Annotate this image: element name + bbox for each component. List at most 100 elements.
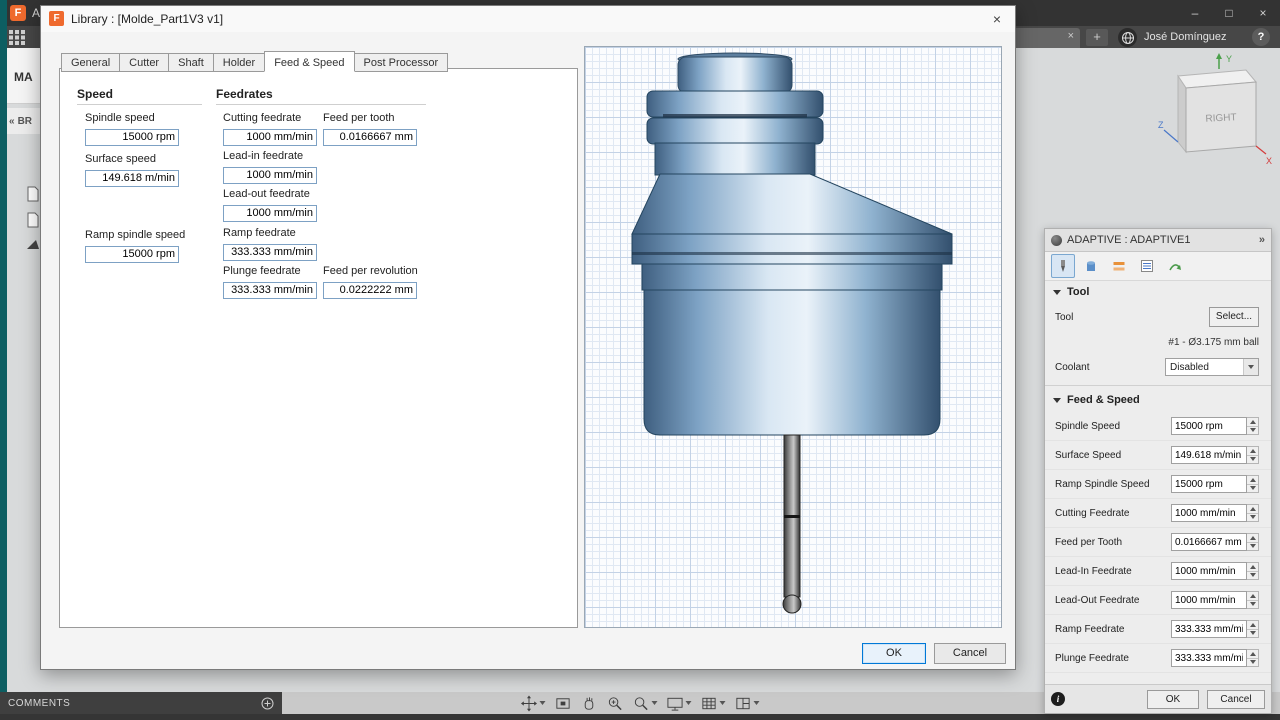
view-cube[interactable]: RIGHT Y Z X — [1156, 52, 1274, 167]
tool-preview-viewport[interactable] — [584, 46, 1002, 628]
panel-tab-bar — [1045, 252, 1271, 281]
document-icon[interactable] — [26, 212, 40, 228]
lead-out-feedrate-input[interactable] — [223, 204, 317, 222]
feed-speed-section-title: Feed & Speed — [1067, 394, 1140, 406]
tool-description-row: #1 - Ø3.175 mm ball — [1045, 331, 1271, 353]
feed-per-revolution-label: Feed per revolution — [323, 265, 418, 277]
tab-post-processor[interactable]: Post Processor — [353, 53, 449, 72]
dialog-title-bar[interactable]: F Library : [Molde_Part1V3 v1] × — [41, 6, 1015, 32]
zoom-tool-button[interactable] — [607, 695, 624, 712]
ramp-spindle-speed-input[interactable] — [85, 245, 179, 263]
zoom-window-button[interactable] — [633, 695, 658, 712]
feed-per-revolution-input[interactable] — [323, 281, 417, 299]
stepper[interactable] — [1247, 562, 1259, 580]
orbit-tool-button[interactable] — [520, 694, 546, 712]
close-window-button[interactable]: × — [1246, 0, 1280, 26]
tab-holder[interactable]: Holder — [212, 53, 266, 72]
grid-layout-button[interactable] — [701, 695, 726, 712]
stepper[interactable] — [1247, 475, 1259, 493]
dialog-ok-button[interactable]: OK — [862, 643, 926, 664]
tool-row: Tool Select... — [1045, 303, 1271, 331]
document-tab-close-icon[interactable]: × — [1068, 30, 1074, 42]
x-axis-label: X — [1266, 156, 1272, 166]
param-row: Lead-Out Feedrate — [1045, 586, 1271, 615]
stepper[interactable] — [1247, 504, 1259, 522]
stepper[interactable] — [1247, 446, 1259, 464]
tab-general[interactable]: General — [61, 53, 121, 72]
caret-down-icon — [539, 701, 546, 705]
fit-view-button[interactable] — [555, 695, 572, 712]
dialog-close-icon[interactable]: × — [987, 10, 1007, 28]
maximize-button[interactable]: □ — [1212, 0, 1246, 26]
panel-ramp-spindle-speed-input[interactable] — [1171, 475, 1247, 493]
tab-tool-icon[interactable] — [1051, 254, 1075, 278]
param-label: Ramp Spindle Speed — [1055, 478, 1150, 490]
panel-expand-icon[interactable]: » — [1259, 234, 1265, 246]
caret-down-icon — [685, 701, 692, 705]
stepper[interactable] — [1247, 533, 1259, 551]
tab-shaft[interactable]: Shaft — [168, 53, 214, 72]
spindle-speed-input[interactable] — [85, 128, 179, 146]
panel-lead-in-feedrate-input[interactable] — [1171, 562, 1247, 580]
feed-speed-section-header[interactable]: Feed & Speed — [1045, 385, 1271, 412]
user-avatar[interactable] — [1118, 28, 1137, 47]
navigation-toolbar — [520, 692, 760, 714]
viewport-layout-button[interactable] — [735, 695, 760, 712]
stepper[interactable] — [1247, 591, 1259, 609]
collapse-chevrons-icon[interactable]: « — [9, 116, 15, 127]
sketch-icon[interactable] — [26, 238, 40, 250]
ramp-spindle-speed-label: Ramp spindle speed — [85, 229, 186, 241]
help-button[interactable]: ? — [1252, 28, 1270, 46]
panel-cancel-button[interactable]: Cancel — [1207, 689, 1265, 709]
comments-bar[interactable]: COMMENTS — [0, 692, 282, 714]
tab-cutter[interactable]: Cutter — [119, 53, 170, 72]
panel-ramp-feedrate-input[interactable] — [1171, 620, 1247, 638]
app-grid-icon[interactable] — [8, 29, 26, 45]
browser-header[interactable]: « BR — [7, 108, 40, 134]
cutting-feedrate-input[interactable] — [223, 128, 317, 146]
param-label: Lead-In Feedrate — [1055, 565, 1132, 577]
stepper[interactable] — [1247, 417, 1259, 435]
panel-ok-button[interactable]: OK — [1147, 689, 1199, 709]
display-settings-button[interactable] — [667, 695, 692, 712]
coolant-dropdown[interactable]: Disabled — [1165, 358, 1259, 376]
param-row: Feed per Tooth — [1045, 528, 1271, 557]
stepper[interactable] — [1247, 620, 1259, 638]
tool-select-button[interactable]: Select... — [1209, 307, 1259, 327]
add-comment-icon[interactable] — [261, 697, 274, 710]
tab-feed-and-speed[interactable]: Feed & Speed — [264, 51, 355, 72]
tab-geometry-icon[interactable] — [1079, 254, 1103, 278]
feed-per-tooth-input[interactable] — [323, 128, 417, 146]
panel-spindle-speed-input[interactable] — [1171, 417, 1247, 435]
tab-linking-icon[interactable] — [1163, 254, 1187, 278]
tab-passes-icon[interactable] — [1135, 254, 1159, 278]
plunge-feedrate-input[interactable] — [223, 281, 317, 299]
panel-feed-per-tooth-input[interactable] — [1171, 533, 1247, 551]
dropdown-caret-icon — [1243, 359, 1258, 375]
panel-cutting-feedrate-input[interactable] — [1171, 504, 1247, 522]
stepper[interactable] — [1247, 649, 1259, 667]
tool-section-header[interactable]: Tool — [1045, 281, 1271, 303]
pan-tool-button[interactable] — [581, 695, 598, 712]
caret-down-icon — [753, 701, 760, 705]
param-label: Ramp Feedrate — [1055, 623, 1125, 635]
new-tab-button[interactable]: + — [1086, 29, 1108, 46]
workspace-label[interactable]: MA — [14, 70, 33, 84]
ramp-feedrate-input[interactable] — [223, 243, 317, 261]
z-axis-label: Z — [1158, 120, 1164, 130]
coolant-label: Coolant — [1055, 361, 1090, 373]
user-name[interactable]: José Domínguez — [1144, 31, 1227, 43]
surface-speed-input[interactable] — [85, 169, 179, 187]
dialog-cancel-button[interactable]: Cancel — [934, 643, 1006, 664]
minimize-button[interactable]: – — [1178, 0, 1212, 26]
tab-heights-icon[interactable] — [1107, 254, 1131, 278]
param-label: Spindle Speed — [1055, 420, 1121, 432]
panel-plunge-feedrate-input[interactable] — [1171, 649, 1247, 667]
document-icon[interactable] — [26, 186, 40, 202]
ramp-feedrate-label: Ramp feedrate — [223, 227, 296, 239]
panel-header[interactable]: ADAPTIVE : ADAPTIVE1 » — [1045, 229, 1271, 252]
lead-in-feedrate-input[interactable] — [223, 166, 317, 184]
info-icon[interactable]: i — [1051, 692, 1065, 706]
panel-surface-speed-input[interactable] — [1171, 446, 1247, 464]
panel-lead-out-feedrate-input[interactable] — [1171, 591, 1247, 609]
